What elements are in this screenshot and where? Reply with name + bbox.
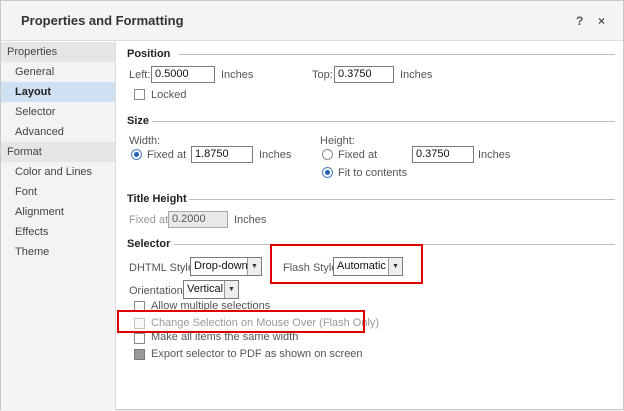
width-unit: Inches (259, 149, 292, 161)
size-divider (152, 121, 615, 122)
top-input[interactable]: 0.3750 (334, 66, 394, 83)
height-fixed-label: Fixed at (338, 149, 378, 161)
size-section-title: Size (127, 115, 150, 127)
chevron-down-icon: ▼ (247, 258, 261, 275)
help-icon[interactable]: ? (576, 14, 583, 28)
top-unit: Inches (400, 69, 433, 81)
top-label: Top: (312, 69, 333, 81)
sidebar-item-general[interactable]: General (1, 62, 115, 82)
chevron-down-icon: ▼ (224, 281, 238, 298)
fit-to-contents-label: Fit to contents (338, 167, 408, 179)
width-label: Width: (129, 135, 161, 147)
export-pdf-label: Export selector to PDF as shown on scree… (151, 348, 363, 360)
sidebar-header-properties: Properties (1, 42, 115, 62)
sidebar-item-effects[interactable]: Effects (1, 222, 115, 242)
width-fixed-label: Fixed at (147, 149, 187, 161)
sidebar-item-alignment[interactable]: Alignment (1, 202, 115, 222)
width-input[interactable]: 1.8750 (191, 146, 253, 163)
layout-panel: Position Left: 0.5000 Inches Top: 0.3750… (117, 42, 623, 411)
orientation-select[interactable]: Vertical ▼ (183, 280, 239, 299)
locked-checkbox[interactable] (134, 89, 145, 100)
dhtml-style-select[interactable]: Drop-down ▼ (190, 257, 262, 276)
sidebar-item-layout[interactable]: Layout (1, 82, 115, 102)
same-width-label: Make all items the same width (151, 331, 299, 343)
sidebar-header-format: Format (1, 142, 115, 162)
height-label: Height: (320, 135, 355, 147)
fit-to-contents-radio[interactable] (322, 167, 333, 178)
position-section-title: Position (127, 48, 171, 60)
dialog-title: Properties and Formatting (21, 13, 184, 28)
sidebar: Properties General Layout Selector Advan… (1, 42, 116, 411)
title-height-unit: Inches (234, 214, 267, 226)
sidebar-item-theme[interactable]: Theme (1, 242, 115, 262)
position-divider (179, 54, 615, 55)
close-icon[interactable]: × (598, 14, 605, 28)
export-pdf-checkbox[interactable] (134, 349, 145, 360)
same-width-checkbox[interactable] (134, 333, 145, 344)
sidebar-item-color-and-lines[interactable]: Color and Lines (1, 162, 115, 182)
title-height-divider (189, 199, 615, 200)
change-on-mouseover-highlight (117, 310, 365, 333)
dhtml-style-label: DHTML Style: (129, 262, 198, 274)
sidebar-item-selector[interactable]: Selector (1, 102, 115, 122)
dialog-titlebar: Properties and Formatting ? × (1, 1, 623, 41)
height-input[interactable]: 0.3750 (412, 146, 474, 163)
orientation-value: Vertical (187, 283, 224, 295)
width-fixed-radio[interactable] (131, 149, 142, 160)
left-label: Left: (129, 69, 151, 81)
flash-style-highlight (270, 244, 423, 284)
title-height-fixed-label: Fixed at (129, 214, 169, 226)
dhtml-style-value: Drop-down (194, 260, 248, 272)
locked-label: Locked (151, 89, 187, 101)
title-height-section-title: Title Height (127, 193, 187, 205)
height-fixed-radio[interactable] (322, 149, 333, 160)
properties-dialog: Properties and Formatting ? × Properties… (0, 0, 624, 411)
title-height-input[interactable]: 0.2000 (168, 211, 228, 228)
sidebar-item-font[interactable]: Font (1, 182, 115, 202)
selector-section-title: Selector (127, 238, 171, 250)
left-unit: Inches (221, 69, 254, 81)
sidebar-item-advanced[interactable]: Advanced (1, 122, 115, 142)
height-unit: Inches (478, 149, 511, 161)
left-input[interactable]: 0.5000 (151, 66, 215, 83)
orientation-label: Orientation: (129, 285, 186, 297)
